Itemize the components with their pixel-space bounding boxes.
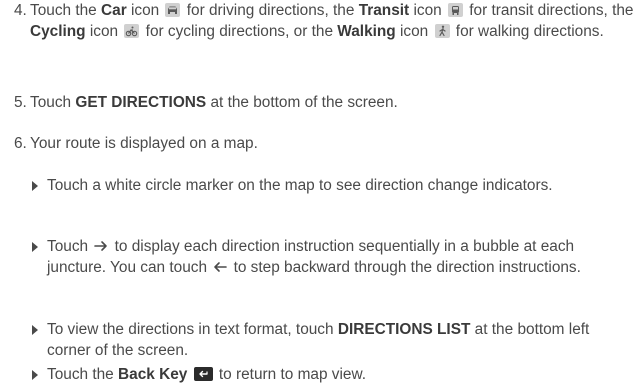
- step-text: Touch the Car icon for driving direction…: [30, 0, 634, 42]
- bullet-triangle-icon: [32, 370, 38, 380]
- cycling-icon: [124, 24, 140, 38]
- bullet-text: Touch the Back Key to return to map view…: [47, 364, 632, 385]
- text-run: Touch a white circle marker on the map t…: [47, 177, 553, 194]
- bullet-text: Touch to display each direction instruct…: [47, 236, 632, 278]
- text-run: Touch the: [47, 366, 119, 383]
- step-text: Your route is displayed on a map.: [30, 133, 634, 154]
- text-run: for driving directions, the: [182, 2, 359, 19]
- text-run: Touch: [47, 238, 93, 255]
- text-run: icon: [85, 23, 123, 40]
- step-number: 4.: [14, 2, 27, 19]
- walking-label: Walking: [337, 23, 396, 40]
- text-run: Touch the: [30, 2, 102, 19]
- step-6: 6. Your route is displayed on a map.: [14, 133, 634, 154]
- bullet-item: Touch to display each direction instruct…: [32, 236, 632, 278]
- text-run: icon: [126, 2, 164, 19]
- text-run: Your route is displayed on a map.: [30, 135, 258, 152]
- transit-label: Transit: [358, 2, 410, 19]
- step-number: 5.: [14, 94, 27, 111]
- walking-icon: [434, 24, 450, 38]
- bullet-text: Touch a white circle marker on the map t…: [47, 175, 632, 196]
- text-run: icon: [409, 2, 446, 19]
- arrow-right-icon: [94, 241, 108, 251]
- back-key-label: Back Key: [118, 366, 188, 383]
- text-run: to return to map view.: [214, 366, 367, 383]
- step-number: 6.: [14, 135, 27, 152]
- bullet-text: To view the directions in text format, t…: [47, 319, 632, 361]
- text-run: for transit directions, the: [464, 2, 634, 19]
- arrow-left-icon: [214, 262, 228, 272]
- step-4: 4. Touch the Car icon for driving direct…: [14, 0, 634, 42]
- text-run: to step backward through the direction i…: [229, 259, 581, 276]
- text-run: To view the directions in text format, t…: [47, 321, 338, 338]
- car-icon: [165, 3, 181, 17]
- bullet-triangle-icon: [32, 181, 38, 191]
- bullet-item: Touch the Back Key to return to map view…: [32, 364, 632, 385]
- cycling-label: Cycling: [30, 23, 86, 40]
- text-run: [187, 366, 191, 383]
- instruction-page: 4. Touch the Car icon for driving direct…: [0, 0, 639, 387]
- text-run: Touch: [30, 94, 76, 111]
- transit-icon: [447, 3, 463, 17]
- get-directions-label: GET DIRECTIONS: [75, 94, 207, 111]
- car-label: Car: [101, 2, 127, 19]
- text-run: at the bottom of the screen.: [206, 94, 398, 111]
- step-5: 5. Touch GET DIRECTIONS at the bottom of…: [14, 92, 634, 113]
- bullet-item: To view the directions in text format, t…: [32, 319, 632, 361]
- step-text: Touch GET DIRECTIONS at the bottom of th…: [30, 92, 634, 113]
- bullet-triangle-icon: [32, 242, 38, 252]
- directions-list-label: DIRECTIONS LIST: [337, 321, 471, 338]
- bullet-item: Touch a white circle marker on the map t…: [32, 175, 632, 196]
- text-run: for walking directions.: [451, 23, 604, 40]
- text-run: for cycling directions, or the: [141, 23, 338, 40]
- back-key-icon: [193, 367, 213, 381]
- text-run: icon: [395, 23, 433, 40]
- bullet-triangle-icon: [32, 325, 38, 335]
